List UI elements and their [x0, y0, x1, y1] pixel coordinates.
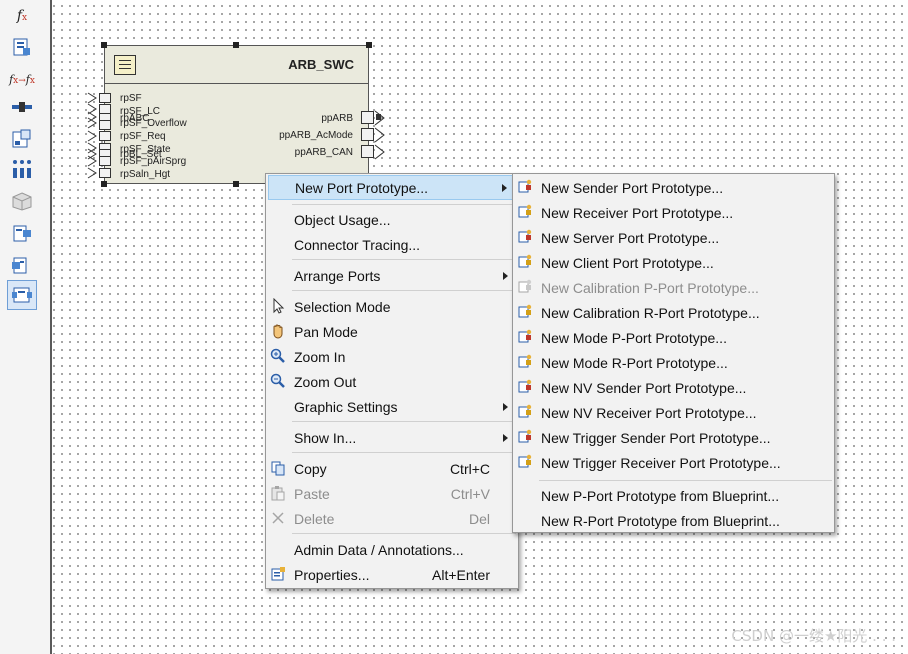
component-icon[interactable] — [9, 128, 35, 150]
menu-item-new-nv-receiver-port[interactable]: New NV Receiver Port Prototype... — [515, 400, 832, 425]
menu-item-zoom-out[interactable]: Zoom Out — [268, 369, 516, 394]
port-type-icon — [518, 379, 532, 393]
menu-item-new-mode-p-port[interactable]: New Mode P-Port Prototype... — [515, 325, 832, 350]
menu-item-selection-mode[interactable]: Selection Mode — [268, 294, 516, 319]
port-type-icon — [518, 404, 532, 418]
menu-item-new-p-port-blueprint[interactable]: New P-Port Prototype from Blueprint... — [515, 483, 832, 508]
resize-handle[interactable] — [101, 42, 107, 48]
port-type-icon — [518, 204, 532, 218]
menu-item-new-r-port-blueprint[interactable]: New R-Port Prototype from Blueprint... — [515, 508, 832, 533]
p-port-label: ppARB_AcMode — [279, 130, 353, 141]
port-type-icon — [518, 229, 532, 243]
properties-icon — [271, 567, 285, 581]
port-type-icon — [518, 179, 532, 193]
port-type-icon — [518, 454, 532, 468]
menu-item-admin-data[interactable]: Admin Data / Annotations... — [268, 537, 516, 562]
menu-item-zoom-in[interactable]: Zoom In — [268, 344, 516, 369]
paste-icon — [271, 486, 285, 501]
zoom-in-icon — [270, 348, 285, 363]
menu-item-arrange-ports[interactable]: Arrange Ports — [268, 263, 516, 288]
menu-item-new-server-port[interactable]: New Server Port Prototype... — [515, 225, 832, 250]
menu-item-copy[interactable]: Copy Ctrl+C — [268, 456, 516, 481]
menu-item-new-nv-sender-port[interactable]: New NV Sender Port Prototype... — [515, 375, 832, 400]
p-port[interactable] — [361, 128, 374, 141]
ports-icon[interactable] — [9, 158, 35, 180]
p-port-arrows — [374, 110, 385, 160]
component-name: ARB_SWC — [288, 57, 354, 72]
submenu-arrow-icon — [502, 183, 507, 192]
port-add-icon[interactable] — [9, 222, 35, 244]
port-type-icon — [518, 304, 532, 318]
r-port-label: rpSF_Overflow — [120, 118, 187, 129]
port-type-icon — [518, 279, 532, 293]
hand-icon — [273, 324, 283, 339]
submenu-arrow-icon — [503, 402, 508, 411]
port-type-icon — [518, 329, 532, 343]
menu-item-new-calibration-p-port[interactable]: New Calibration P-Port Prototype... — [515, 275, 832, 300]
component-header: ARB_SWC — [105, 46, 368, 84]
function-icon[interactable]: fx — [9, 5, 35, 27]
menu-item-properties[interactable]: Properties... Alt+Enter — [268, 562, 516, 587]
zoom-out-icon — [270, 373, 285, 388]
r-port-label: rpSF — [120, 93, 142, 104]
menu-item-new-sender-port[interactable]: New Sender Port Prototype... — [515, 175, 832, 200]
port-remove-icon[interactable] — [9, 254, 35, 276]
r-port[interactable] — [99, 120, 111, 130]
menu-item-delete[interactable]: Delete Del — [268, 506, 516, 531]
properties-icon[interactable] — [9, 36, 35, 58]
resize-handle[interactable] — [233, 42, 239, 48]
menu-item-object-usage[interactable]: Object Usage... — [268, 207, 516, 232]
context-menu: New Port Prototype... Object Usage... Co… — [265, 173, 519, 589]
menu-item-graphic-settings[interactable]: Graphic Settings — [268, 394, 516, 419]
menu-item-connector-tracing[interactable]: Connector Tracing... — [268, 232, 516, 257]
r-port[interactable] — [99, 156, 111, 166]
resize-handle[interactable] — [366, 42, 372, 48]
copy-icon — [271, 461, 285, 476]
p-port-label: ppARB — [321, 113, 353, 124]
p-port[interactable] — [361, 111, 374, 124]
menu-item-show-in[interactable]: Show In... — [268, 425, 516, 450]
tool-palette: fx fx→fx — [0, 0, 52, 654]
delete-icon — [272, 512, 284, 524]
menu-item-new-receiver-port[interactable]: New Receiver Port Prototype... — [515, 200, 832, 225]
menu-item-new-port-prototype[interactable]: New Port Prototype... — [268, 175, 516, 200]
cube-icon[interactable] — [9, 190, 35, 212]
r-port-label: rpSF_pAirSprg — [120, 156, 187, 167]
resize-handle[interactable] — [233, 181, 239, 187]
port-type-icon — [518, 429, 532, 443]
menu-item-new-calibration-r-port[interactable]: New Calibration R-Port Prototype... — [515, 300, 832, 325]
menu-item-new-mode-r-port[interactable]: New Mode R-Port Prototype... — [515, 350, 832, 375]
connector-icon[interactable] — [9, 96, 35, 118]
formula-icon[interactable]: fx→fx — [9, 68, 35, 90]
menu-item-paste[interactable]: Paste Ctrl+V — [268, 481, 516, 506]
watermark: CSDN @一缕★阳光 . . . — [731, 627, 896, 645]
r-port[interactable] — [99, 168, 111, 178]
port-type-icon — [518, 354, 532, 368]
menu-item-new-trigger-sender-port[interactable]: New Trigger Sender Port Prototype... — [515, 425, 832, 450]
composition-icon[interactable] — [7, 280, 37, 310]
p-port[interactable] — [361, 145, 374, 158]
r-port-label: rpSaln_Hgt — [120, 169, 171, 180]
r-port-label: rpSF_Req — [120, 131, 166, 142]
menu-item-pan-mode[interactable]: Pan Mode — [268, 319, 516, 344]
submenu-arrow-icon — [503, 271, 508, 280]
port-type-icon — [518, 254, 532, 268]
submenu-arrow-icon — [503, 433, 508, 442]
new-port-submenu: New Sender Port Prototype... New Receiver… — [512, 173, 835, 533]
menu-item-new-client-port[interactable]: New Client Port Prototype... — [515, 250, 832, 275]
component-type-icon — [114, 55, 136, 75]
r-port[interactable] — [99, 93, 111, 103]
menu-item-new-trigger-receiver-port[interactable]: New Trigger Receiver Port Prototype... — [515, 450, 832, 475]
p-port-label: ppARB_CAN — [294, 147, 353, 158]
r-port[interactable] — [99, 131, 111, 141]
cursor-arrow-icon — [273, 298, 285, 314]
